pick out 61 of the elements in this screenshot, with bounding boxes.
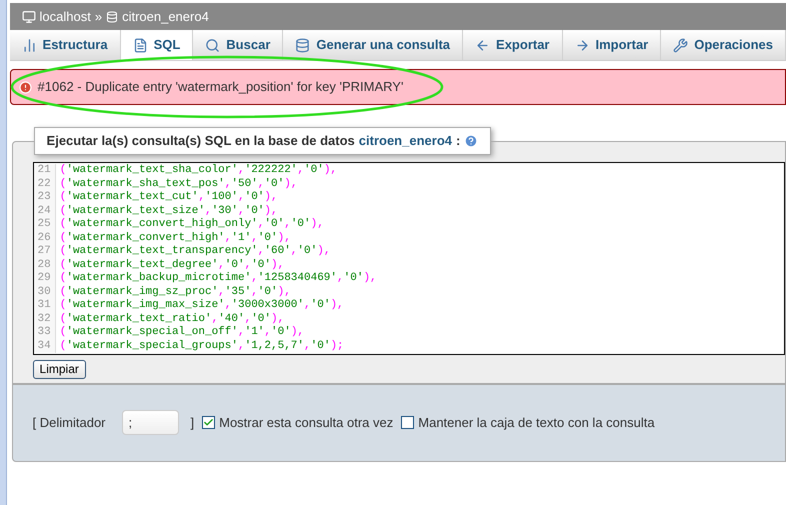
line-number: 25 bbox=[38, 218, 51, 232]
code-line: ('watermark_img_max_size','3000x3000','0'), bbox=[60, 299, 345, 312]
code-line: ('watermark_img_sz_proc','35','0'), bbox=[60, 286, 292, 299]
arrow-right-icon bbox=[574, 38, 590, 52]
checkbox-label: Mostrar esta consulta otra vez bbox=[219, 414, 394, 432]
tab[interactable]: Buscar bbox=[193, 30, 284, 60]
code-line: ('watermark_special_on_off','1','0'), bbox=[60, 326, 306, 340]
database-icon bbox=[106, 10, 118, 22]
line-number: 30 bbox=[38, 286, 51, 299]
tab[interactable]: SQL bbox=[120, 30, 194, 60]
delimiter-label: [ Delimitador bbox=[32, 414, 106, 432]
code-line: ('watermark_text_ratio','40','0'), bbox=[60, 312, 286, 326]
line-number: 29 bbox=[38, 272, 51, 286]
line-number: 21 bbox=[38, 164, 51, 178]
checkbox[interactable] bbox=[202, 416, 216, 429]
checkbox[interactable] bbox=[401, 416, 414, 429]
error-text: #1062 - Duplicate entry 'watermark_position' for key 'PRIMARY' bbox=[38, 78, 404, 96]
server-link[interactable]: localhost bbox=[40, 6, 91, 26]
server-icon bbox=[22, 10, 36, 24]
error-icon bbox=[18, 80, 32, 94]
code-line: ('watermark_text_size','30','0'), bbox=[60, 204, 279, 218]
legend-text: Ejecutar la(s) consulta(s) SQL en la base de datos bbox=[46, 132, 355, 150]
code-line: ('watermark_text_cut','100','0'), bbox=[60, 191, 279, 204]
checkbox-label: Mantener la caja de texto con la consulta bbox=[418, 414, 655, 432]
code-line: ('watermark_text_degree','0','0'), bbox=[60, 258, 286, 272]
line-number: 34 bbox=[38, 340, 51, 353]
line-number: 22 bbox=[38, 178, 51, 191]
code-line: ('watermark_convert_high','1','0'), bbox=[60, 232, 292, 245]
code-line: ('watermark_text_transparency','60','0'), bbox=[60, 245, 332, 258]
database-link[interactable]: citroen_enero4 bbox=[122, 6, 209, 26]
help-icon[interactable] bbox=[464, 134, 478, 148]
breadcrumb-separator: » bbox=[94, 8, 102, 26]
database-link[interactable]: citroen_enero4 bbox=[358, 131, 452, 151]
database-icon bbox=[295, 38, 310, 52]
line-number: 31 bbox=[38, 299, 51, 312]
line-number: 32 bbox=[38, 312, 51, 326]
line-number: 28 bbox=[38, 258, 51, 272]
sql-editor[interactable] bbox=[32, 162, 785, 355]
line-number: 33 bbox=[38, 326, 51, 340]
tab[interactable]: Importar bbox=[562, 30, 662, 60]
tab[interactable]: Exportar bbox=[463, 30, 562, 60]
line-number: 23 bbox=[38, 191, 51, 204]
line-number: 24 bbox=[38, 204, 51, 218]
tab[interactable]: Operaciones bbox=[661, 30, 786, 60]
code-line: ('watermark_sha_text_pos','50','0'), bbox=[60, 178, 298, 191]
code-line: ('watermark_text_sha_color','222222','0'), bbox=[60, 164, 338, 178]
chart-icon bbox=[22, 38, 37, 52]
line-number: 27 bbox=[38, 245, 51, 258]
legend-colon: : bbox=[456, 132, 460, 150]
clear-button[interactable]: Limpiar bbox=[32, 360, 86, 378]
wrench-icon bbox=[673, 38, 688, 52]
tab[interactable]: Generar una consulta bbox=[283, 30, 464, 60]
delimiter-field[interactable]: ; bbox=[122, 410, 178, 435]
code-line: ('watermark_special_groups','1,2,5,7','0'); bbox=[60, 340, 345, 353]
code-line: ('watermark_convert_high_only','0','0'), bbox=[60, 218, 325, 232]
search-icon bbox=[205, 38, 220, 52]
code-line: ('watermark_backup_microtime','1258340469','0'), bbox=[60, 272, 377, 286]
check-icon bbox=[203, 417, 214, 428]
line-number: 26 bbox=[38, 232, 51, 245]
delimiter-bracket: ] bbox=[190, 414, 194, 432]
tab[interactable]: Estructura bbox=[10, 30, 121, 60]
